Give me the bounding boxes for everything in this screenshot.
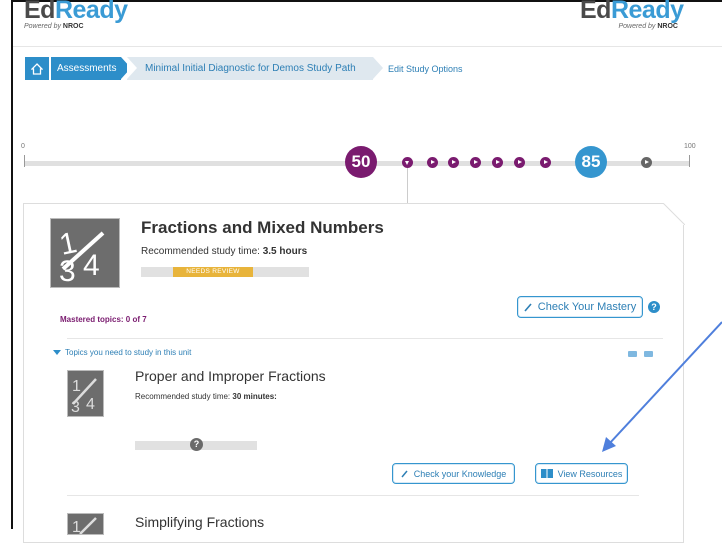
mastered-marker-icon[interactable] (641, 157, 652, 168)
edready-logo-right[interactable]: EdReady Powered by NROC (580, 0, 690, 36)
topic-thumbnail: 1 3 4 (67, 370, 104, 417)
mastered-topics-count: Mastered topics: 0 of 7 (60, 315, 147, 324)
topics-toggle[interactable]: Topics you need to study in this unit (53, 348, 191, 357)
topic-marker-down-icon[interactable] (402, 157, 413, 168)
pencil-icon (401, 470, 408, 477)
unit-thumbnail: 1 3 4 (50, 218, 120, 288)
scale-card-connector (407, 168, 408, 204)
divider (67, 338, 663, 339)
topic-title[interactable]: Simplifying Fractions (135, 514, 264, 530)
scale-max-label: 100 (684, 143, 696, 150)
book-icon (540, 469, 553, 478)
topic-marker-icon[interactable] (470, 157, 481, 168)
topic-marker-icon[interactable] (448, 157, 459, 168)
svg-text:1: 1 (72, 519, 81, 534)
unit-recommended-time: Recommended study time: 3.5 hours (141, 246, 308, 257)
view-resources-button[interactable]: View Resources (535, 463, 628, 484)
check-your-knowledge-button[interactable]: Check your Knowledge (392, 463, 515, 484)
breadcrumb-study-path[interactable]: Minimal Initial Diagnostic for Demos Stu… (127, 57, 383, 80)
breadcrumb-assessments[interactable]: Assessments (51, 57, 131, 80)
topic-thumbnail: 1 (67, 513, 104, 536)
edit-study-options-link[interactable]: Edit Study Options (388, 64, 463, 74)
needs-review-badge: NEEDS REVIEW (173, 267, 253, 277)
unit-card (23, 203, 684, 543)
svg-text:3: 3 (59, 255, 76, 287)
svg-text:1: 1 (72, 378, 81, 395)
scale-tick-start (24, 155, 25, 167)
topic-marker-icon[interactable] (514, 157, 525, 168)
home-icon (31, 62, 43, 75)
pencil-icon (524, 302, 532, 312)
topic-marker-icon[interactable] (492, 157, 503, 168)
breadcrumb-home[interactable] (25, 57, 49, 80)
scale-tick-end (689, 155, 690, 167)
triangle-down-icon (53, 350, 61, 355)
topic-marker-icon[interactable] (540, 157, 551, 168)
scale-min-label: 0 (21, 143, 25, 150)
check-your-mastery-button[interactable]: Check Your Mastery (517, 296, 643, 318)
help-icon[interactable]: ? (648, 301, 660, 313)
unit-title: Fractions and Mixed Numbers (141, 218, 384, 237)
header-divider (13, 46, 722, 47)
divider (67, 495, 639, 496)
target-score-circle: 85 (575, 146, 607, 178)
svg-text:4: 4 (83, 249, 100, 282)
topic-title[interactable]: Proper and Improper Fractions (135, 368, 326, 384)
topic-marker-icon[interactable] (427, 157, 438, 168)
current-score-circle: 50 (345, 146, 377, 178)
card-fold-corner (663, 203, 685, 225)
svg-text:3: 3 (71, 399, 80, 416)
question-status-icon: ? (190, 438, 203, 451)
list-view-icon[interactable] (628, 351, 637, 357)
svg-text:4: 4 (86, 396, 95, 413)
grid-view-icon[interactable] (644, 351, 653, 357)
topic-recommended-time: Recommended study time: 30 minutes: (135, 392, 277, 401)
edready-logo-left[interactable]: EdReady Powered by NROC (24, 0, 134, 36)
